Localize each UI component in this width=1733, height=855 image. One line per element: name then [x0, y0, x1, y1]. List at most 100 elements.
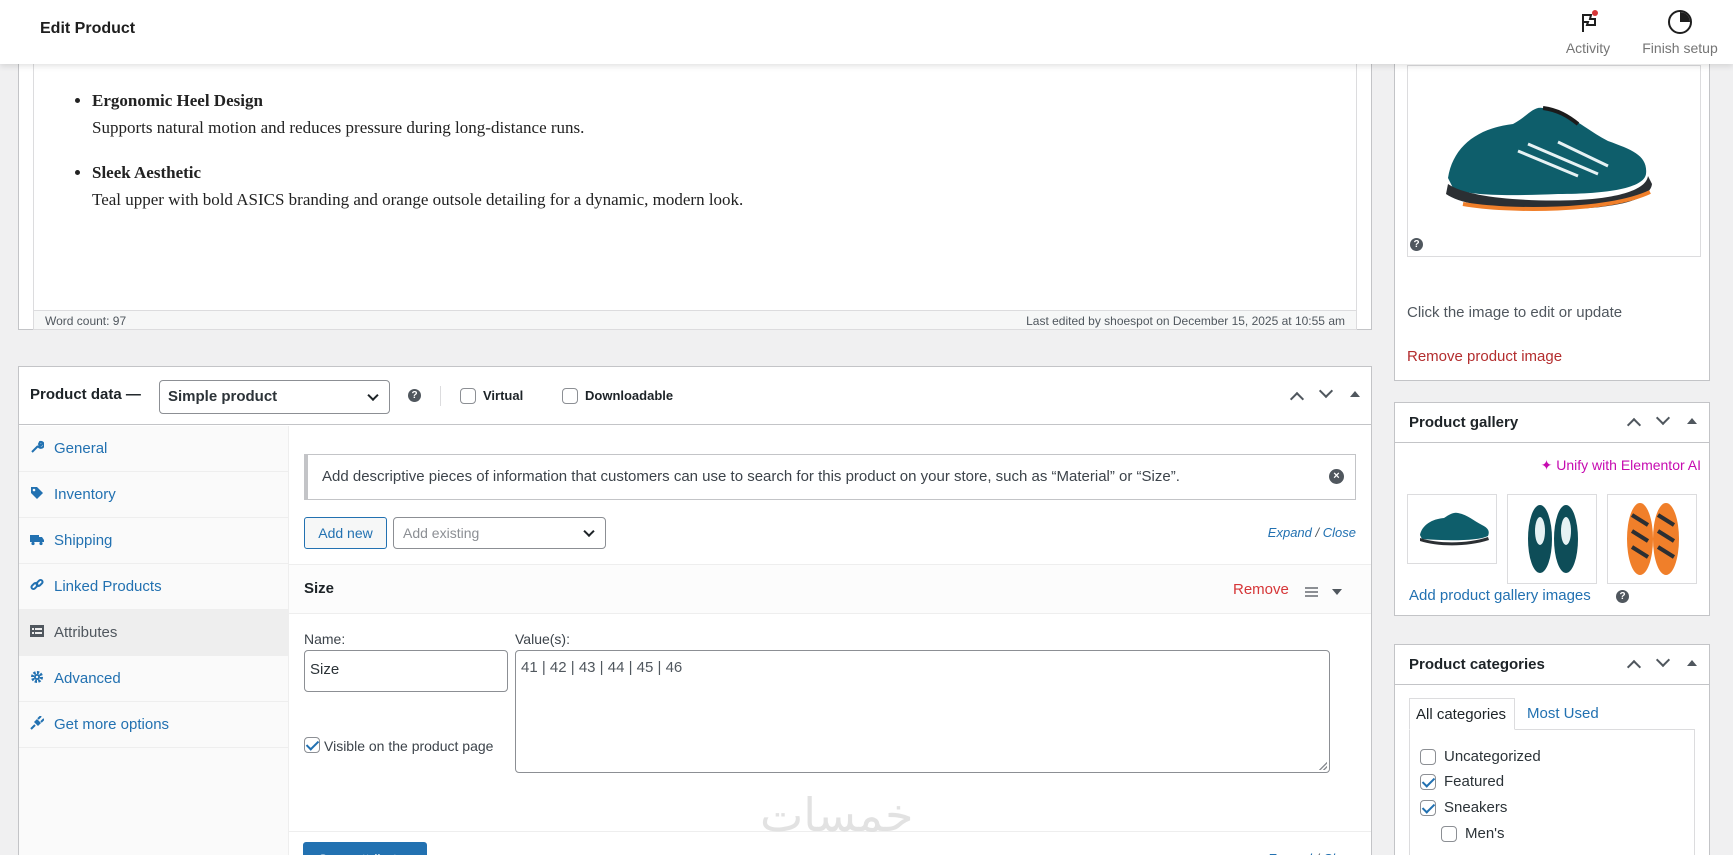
visible-on-product-page-checkbox[interactable] [304, 737, 320, 753]
drag-handle-icon[interactable] [1305, 587, 1318, 597]
tab-shipping[interactable]: Shipping [19, 518, 289, 564]
gallery-thumbnail[interactable] [1607, 494, 1697, 584]
tab-get-more-options[interactable]: Get more options [19, 702, 289, 748]
values-label: Value(s): [515, 631, 570, 647]
save-attributes-button[interactable]: Save attributes [303, 842, 427, 855]
virtual-checkbox[interactable] [460, 388, 476, 404]
move-down-icon[interactable] [1318, 383, 1334, 399]
dismiss-icon[interactable]: × [1329, 469, 1344, 484]
collapse-toggle-icon[interactable] [1350, 391, 1360, 397]
page-title: Edit Product [40, 20, 136, 37]
divider [440, 386, 441, 406]
gear-icon [31, 671, 43, 683]
move-up-icon[interactable] [1626, 417, 1642, 433]
resize-handle-icon[interactable] [1319, 762, 1327, 770]
editor-status-bar: Word count: 97 Last edited by shoespot o… [33, 310, 1357, 330]
product-gallery-box: Product gallery ✦ Unify with Elementor A… [1394, 402, 1710, 616]
tab-inventory[interactable]: Inventory [19, 472, 289, 518]
plug-icon [30, 716, 44, 730]
remove-attribute-link[interactable]: Remove [1233, 581, 1289, 598]
activity-label: Activity [1565, 40, 1611, 56]
feature-title: Ergonomic Heel Design [92, 91, 263, 110]
tag-icon [31, 487, 43, 499]
category-item-mens[interactable]: Men's [1441, 825, 1505, 843]
close-link[interactable]: Close [1323, 525, 1356, 540]
help-icon[interactable]: ? [408, 389, 421, 402]
help-icon[interactable]: ? [1616, 590, 1629, 603]
wrench-icon [31, 440, 44, 453]
shoe-sole-thumbnail [1627, 503, 1679, 575]
shoe-thumbnail [1420, 512, 1489, 546]
tab-linked-products[interactable]: Linked Products [19, 564, 289, 610]
category-list: Uncategorized Featured Sneakers Men's [1409, 729, 1695, 855]
toggle-icon[interactable] [1332, 589, 1342, 595]
attribute-row-header[interactable]: Size Remove [289, 564, 1371, 614]
category-checkbox[interactable] [1420, 774, 1436, 791]
move-up-icon[interactable] [1626, 659, 1642, 675]
tab-most-used[interactable]: Most Used [1527, 705, 1599, 722]
shoe-image [1446, 106, 1652, 211]
expand-link[interactable]: Expand [1268, 525, 1312, 540]
help-icon[interactable]: ? [1410, 238, 1423, 251]
sparkle-icon: ✦ [1540, 457, 1557, 473]
attribute-values-textarea[interactable]: 41 | 42 | 43 | 44 | 45 | 46 [515, 650, 1330, 773]
attributes-notice: Add descriptive pieces of information th… [304, 454, 1356, 500]
move-down-icon[interactable] [1655, 410, 1671, 426]
visible-label: Visible on the product page [324, 738, 494, 754]
category-checkbox[interactable] [1441, 826, 1457, 843]
last-edited: Last edited by shoespot on December 15, … [1026, 314, 1345, 328]
product-type-select[interactable]: Simple product [159, 380, 390, 414]
description-panel: Ergonomic Heel Design Supports natural m… [18, 50, 1372, 330]
feature-text: Teal upper with bold ASICS branding and … [92, 190, 744, 209]
collapse-toggle-icon[interactable] [1687, 660, 1697, 666]
tab-advanced[interactable]: Advanced [19, 656, 289, 702]
add-existing-select[interactable]: Add existing [393, 517, 606, 549]
add-new-attribute-button[interactable]: Add new [304, 517, 387, 549]
list-item: Ergonomic Heel Design Supports natural m… [92, 87, 1334, 141]
top-bar: Edit Product Activity Finish setup [0, 0, 1733, 64]
product-image-box: ? Click the image to edit or update Remo… [1394, 50, 1710, 381]
categories-header: Product categories [1395, 645, 1709, 685]
feature-list: Ergonomic Heel Design Supports natural m… [74, 87, 1334, 231]
description-editor[interactable]: Ergonomic Heel Design Supports natural m… [33, 51, 1357, 311]
move-down-icon[interactable] [1655, 652, 1671, 668]
remove-product-image-link[interactable]: Remove product image [1407, 348, 1562, 365]
tab-attributes[interactable]: Attributes [19, 610, 289, 656]
unify-elementor-ai-link[interactable]: ✦ Unify with Elementor AI [1541, 457, 1701, 474]
product-data-panel: Product data — Simple product ? Virtual … [18, 366, 1372, 855]
product-image[interactable] [1407, 65, 1701, 257]
category-item-featured[interactable]: Featured [1420, 773, 1504, 791]
tab-general[interactable]: General [19, 426, 289, 472]
activity-button[interactable]: Activity [1563, 8, 1613, 56]
downloadable-checkbox[interactable] [562, 388, 578, 404]
move-up-icon[interactable] [1289, 391, 1305, 407]
product-type-value: Simple product [168, 388, 278, 405]
add-gallery-images-link[interactable]: Add product gallery images [1409, 587, 1591, 604]
product-data-header: Product data — Simple product ? Virtual … [19, 367, 1371, 425]
watermark: خمسات [760, 788, 914, 842]
tab-all-categories[interactable]: All categories [1409, 698, 1515, 730]
attribute-values-text: 41 | 42 | 43 | 44 | 45 | 46 [521, 659, 683, 676]
attribute-name-heading: Size [304, 580, 335, 597]
finish-setup-button[interactable]: Finish setup [1638, 8, 1722, 56]
product-categories-box: Product categories All categories Most U… [1394, 644, 1710, 855]
gallery-header: Product gallery [1395, 403, 1709, 443]
category-item-uncategorized[interactable]: Uncategorized [1420, 748, 1541, 766]
finish-setup-label: Finish setup [1642, 40, 1718, 56]
gallery-thumbnail[interactable] [1507, 494, 1597, 584]
chevron-down-icon [367, 389, 379, 402]
gallery-thumbnail[interactable] [1407, 494, 1497, 564]
category-item-sneakers[interactable]: Sneakers [1420, 799, 1507, 817]
attribute-name-input[interactable]: Size [304, 650, 508, 692]
category-checkbox[interactable] [1420, 749, 1436, 766]
image-hint: Click the image to edit or update [1407, 304, 1623, 321]
expand-link[interactable]: Expand [1268, 851, 1312, 855]
list-item: Sleek Aesthetic Teal upper with bold ASI… [92, 159, 1334, 213]
list-icon [30, 625, 44, 637]
virtual-label: Virtual [483, 388, 524, 403]
category-checkbox[interactable] [1420, 800, 1436, 817]
close-link[interactable]: Close [1323, 851, 1356, 855]
feature-title: Sleek Aesthetic [92, 163, 202, 182]
expand-close-links-bottom: Expand / Close [1268, 851, 1356, 855]
collapse-toggle-icon[interactable] [1687, 418, 1697, 424]
